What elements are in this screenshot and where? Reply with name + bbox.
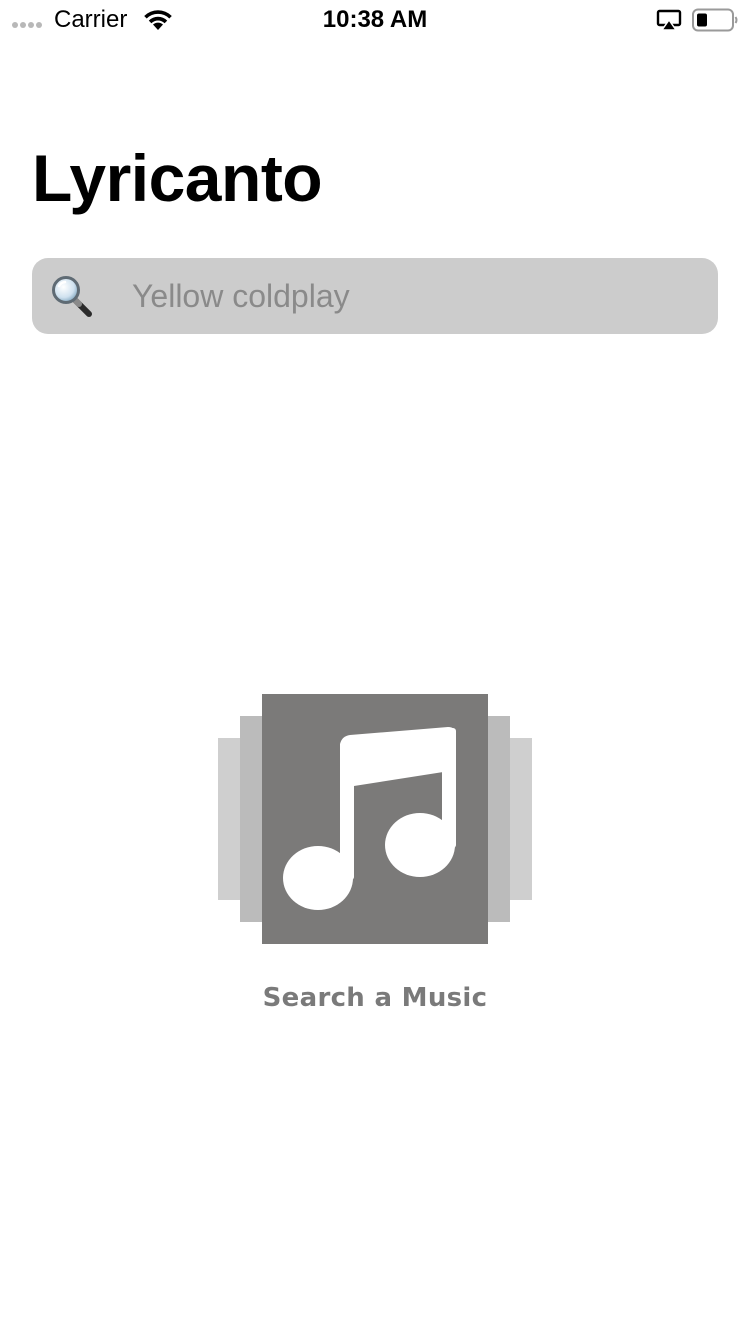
search-input[interactable] (132, 258, 692, 334)
battery-icon (692, 8, 738, 32)
airplay-icon (656, 9, 682, 31)
status-time: 10:38 AM (322, 6, 428, 33)
search-bar[interactable] (32, 258, 718, 334)
empty-state-label: Search a Music (262, 983, 488, 1013)
status-bar: Carrier 10:38 AM (0, 0, 750, 40)
magnifying-glass-icon (52, 276, 92, 317)
page-title: Lyricanto (32, 141, 323, 215)
music-note-album-icon (218, 694, 532, 944)
